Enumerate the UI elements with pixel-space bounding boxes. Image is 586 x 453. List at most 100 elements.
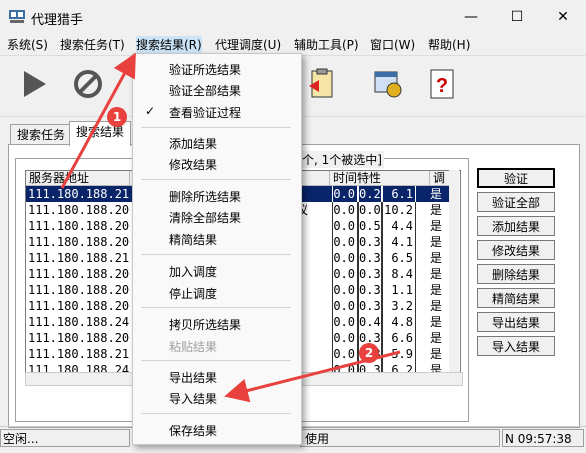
cell-t1: 0.0 (332, 218, 358, 234)
export-tool-button[interactable] (300, 62, 344, 106)
cell-t3: 6.5 (382, 250, 416, 266)
cell-t2: 0.0 (358, 202, 382, 218)
export-result-button[interactable]: 导出结果 (477, 312, 555, 332)
status-usage: 使用 (300, 429, 500, 447)
status-idle: 空闲... (0, 429, 130, 447)
cell-addr: 111.180.188.206 (28, 331, 130, 345)
menu-item-delete-selected[interactable]: 删除所选结果 (169, 188, 241, 205)
menu-help[interactable]: 帮助(H) (428, 36, 470, 53)
cell-addr: 111.180.188.206 (28, 235, 130, 249)
clipboard-export-icon (309, 68, 333, 98)
cell-t2: 0.3 (358, 266, 382, 282)
cell-t3: 4.4 (382, 218, 416, 234)
cell-addr: 111.180.188.206 (28, 283, 130, 297)
menu-item-edit-result[interactable]: 修改结果 (169, 156, 217, 173)
menu-separator (141, 127, 291, 128)
menu-separator (141, 413, 291, 414)
cell-t1: 0.0 (332, 346, 358, 362)
menu-item-import-results[interactable]: 导入结果 (169, 390, 217, 407)
check-icon: ✓ (145, 104, 156, 118)
help-tool-button[interactable]: ? (420, 62, 464, 106)
cell-t2: 0.3 (358, 234, 382, 250)
cell-t3: 10.2 (382, 202, 416, 218)
menu-item-verify-selected[interactable]: 验证所选结果 (169, 61, 241, 78)
menu-item-verify-all[interactable]: 验证全部结果 (169, 82, 241, 99)
cell-addr: 111.180.188.215 (28, 187, 130, 201)
cell-t1: 0.0 (332, 234, 358, 250)
menu-item-clear-all[interactable]: 清除全部结果 (169, 209, 241, 226)
cell-addr: 111.180.188.206 (28, 203, 130, 217)
cell-t1: 0.0 (332, 330, 358, 346)
cell-addr: 111.180.188.206 (28, 299, 130, 313)
close-button[interactable]: ✕ (540, 0, 586, 34)
menu-item-export-results[interactable]: 导出结果 (169, 369, 217, 386)
status-time: N 09:57:38 (502, 429, 584, 447)
tab-search-task[interactable]: 搜索任务 (10, 124, 73, 145)
menu-item-copy-selected[interactable]: 拷贝所选结果 (169, 316, 241, 333)
menu-separator (141, 254, 291, 255)
cell-t2: 0.5 (358, 218, 382, 234)
verify-all-button[interactable]: 验证全部 (477, 192, 555, 212)
annotation-badge-2: 2 (359, 343, 379, 363)
import-result-button[interactable]: 导入结果 (477, 336, 555, 356)
trim-result-button[interactable]: 精简结果 (477, 288, 555, 308)
cell-t2: 0.2 (358, 186, 382, 202)
menu-search-task[interactable]: 搜索任务(T) (60, 36, 125, 53)
cell-t1: 0.0 (332, 298, 358, 314)
edit-result-button[interactable]: 修改结果 (477, 240, 555, 260)
cell-t1: 0.0 (332, 250, 358, 266)
window-title: 代理猎手 (31, 13, 84, 28)
add-result-button[interactable]: 添加结果 (477, 216, 555, 236)
menu-item-add-result[interactable]: 添加结果 (169, 135, 217, 152)
cell-t3: 4.8 (382, 314, 416, 330)
delete-result-button[interactable]: 删除结果 (477, 264, 555, 284)
menu-search-results[interactable]: 搜索结果(R) (136, 36, 202, 53)
annotation-badge-1: 1 (107, 107, 127, 127)
cell-t3: 6.1 (382, 186, 416, 202)
groupbox-legend: 个, 1个被选中] (300, 151, 384, 168)
app-icon (9, 10, 25, 23)
cell-t3: 1.1 (382, 282, 416, 298)
search-results-dropdown-menu: 验证所选结果 验证全部结果 ✓ 查看验证过程 添加结果 修改结果 删除所选结果 … (132, 53, 302, 445)
menu-window[interactable]: 窗口(W) (370, 36, 415, 53)
cell-t2: 0.4 (358, 314, 382, 330)
cell-t1: 0.0 (332, 266, 358, 282)
column-header-time[interactable]: 时间特性 (330, 171, 430, 186)
cell-t1: 0.0 (332, 186, 358, 202)
cell-addr: 111.180.188.206 (28, 219, 130, 233)
cell-addr: 111.180.188.206 (28, 267, 130, 281)
cell-t1: 0.0 (332, 202, 358, 218)
cell-t3: 5.9 (382, 346, 416, 362)
menu-proxy-schedule[interactable]: 代理调度(U) (215, 36, 281, 53)
menu-system[interactable]: 系统(S) (7, 36, 48, 53)
cell-addr: 111.180.188.240 (28, 315, 130, 329)
column-header-address[interactable]: 服务器地址 (26, 171, 130, 186)
settings-tool-button[interactable] (366, 62, 410, 106)
minimize-button[interactable]: — (448, 0, 494, 34)
help-icon: ? (430, 69, 454, 99)
list-vertical-scrollbar[interactable] (449, 170, 459, 372)
menu-item-trim-results[interactable]: 精简结果 (169, 231, 217, 248)
stop-button[interactable] (66, 62, 110, 106)
menu-item-paste-results: 粘贴结果 (169, 340, 218, 354)
play-icon (24, 71, 46, 97)
cell-t2: 0.3 (358, 250, 382, 266)
cell-t2: 0.3 (358, 282, 382, 298)
stop-icon (74, 70, 102, 98)
cell-t3: 4.1 (382, 234, 416, 250)
menu-item-stop-schedule[interactable]: 停止调度 (169, 285, 217, 302)
menu-item-add-schedule[interactable]: 加入调度 (169, 263, 217, 280)
menu-item-view-verify-process[interactable]: 查看验证过程 (169, 104, 241, 121)
maximize-button[interactable]: ☐ (494, 0, 540, 34)
cell-t3: 6.6 (382, 330, 416, 346)
menu-separator (141, 179, 291, 180)
menu-item-save-results[interactable]: 保存结果 (169, 422, 217, 439)
cell-addr: 111.180.188.215 (28, 347, 130, 361)
play-button[interactable] (12, 62, 56, 106)
status-usage-label: 使用 (305, 432, 330, 446)
svg-text:?: ? (436, 75, 448, 97)
verify-button[interactable]: 验证 (477, 168, 555, 188)
menu-tools[interactable]: 辅助工具(P) (294, 36, 359, 53)
cell-t3: 8.4 (382, 266, 416, 282)
cell-t1: 0.0 (332, 282, 358, 298)
